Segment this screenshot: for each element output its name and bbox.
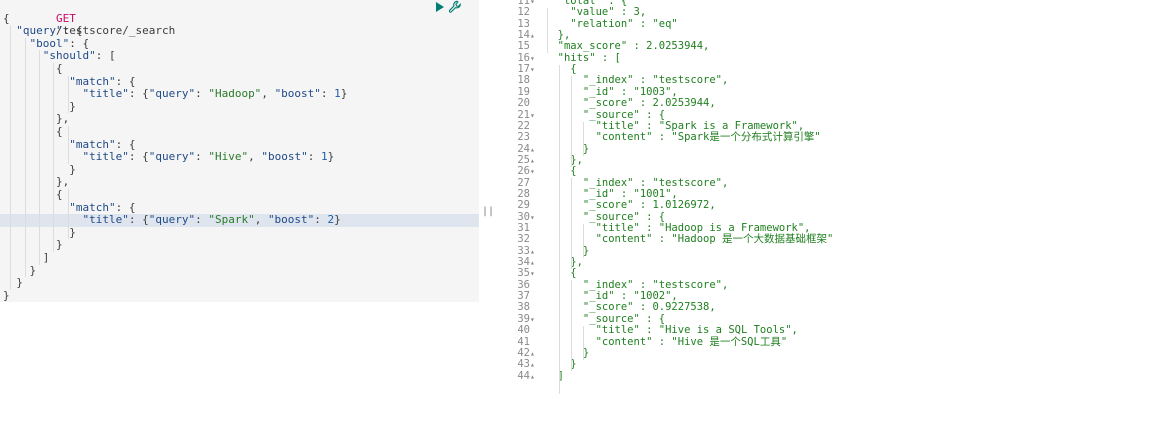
- response-line-text: {: [545, 165, 577, 178]
- console-root: GET /testscore/_search { "query": { "boo…: [0, 0, 1152, 422]
- request-line[interactable]: "query": {: [0, 24, 479, 38]
- line-number: 12: [517, 6, 530, 19]
- line-number: 29: [517, 199, 530, 212]
- indent-guide: [10, 25, 11, 290]
- request-editor[interactable]: GET /testscore/_search { "query": { "boo…: [0, 0, 479, 422]
- response-line: 33 ▴ }: [492, 245, 1152, 257]
- indent-guide: [68, 75, 69, 114]
- response-line: 43 ▴ }: [492, 358, 1152, 371]
- indent-guide: [39, 50, 40, 265]
- request-line[interactable]: "should": [: [0, 50, 479, 63]
- response-line: 13 "relation" : "eq": [492, 18, 1152, 30]
- response-line: 32 "content" : "Hadoop 是一个大数据基础框架": [492, 233, 1152, 246]
- response-line-text: "value" : 3,: [545, 6, 647, 19]
- fold-toggle-icon[interactable]: ▴: [530, 359, 538, 370]
- fold-toggle-icon[interactable]: ▾: [530, 212, 538, 223]
- wrench-icon[interactable]: [448, 0, 462, 14]
- indent-guide: [571, 76, 572, 167]
- line-number: 43: [517, 358, 530, 371]
- line-number: 26: [517, 165, 530, 178]
- indent-guide: [571, 178, 572, 270]
- request-line-header[interactable]: GET /testscore/_search: [0, 0, 479, 37]
- response-line: 25 ▴ },: [492, 154, 1152, 166]
- fold-toggle-icon[interactable]: ▴: [530, 246, 538, 257]
- line-number: 44: [517, 369, 530, 382]
- indent-guide: [68, 189, 69, 240]
- line-number: 32: [517, 233, 530, 246]
- request-line[interactable]: }: [0, 264, 479, 278]
- line-number: 20: [517, 97, 530, 110]
- fold-toggle-icon[interactable]: ▴: [530, 144, 538, 155]
- request-actions: [436, 0, 462, 14]
- line-number: 40: [517, 324, 530, 337]
- fold-toggle-icon[interactable]: ▾: [530, 314, 538, 325]
- fold-toggle-icon[interactable]: ▴: [530, 257, 538, 268]
- request-line[interactable]: }: [0, 239, 479, 252]
- response-line: 42 ▴ }: [492, 347, 1152, 359]
- fold-toggle-icon[interactable]: ▾: [530, 268, 538, 279]
- response-line: 23 "content" : "Spark是一个分布式计算引擎": [492, 131, 1152, 144]
- request-line-text: "title": {"query": "Hadoop", "boost": 1}: [82, 87, 348, 101]
- response-line: 16 ▾ "hits" : [: [492, 52, 1152, 64]
- response-line: 41 "content" : "Hive 是一个SQL工具": [492, 336, 1152, 348]
- indent-guide: [53, 63, 54, 252]
- request-line-text: }: [3, 288, 10, 302]
- request-line[interactable]: }: [0, 100, 479, 114]
- fold-toggle-icon[interactable]: ▴: [530, 30, 538, 41]
- request-line[interactable]: },: [0, 176, 479, 189]
- indent-guide: [559, 64, 560, 394]
- fold-toggle-icon[interactable]: ▾: [530, 64, 538, 75]
- response-line-text: ]: [545, 369, 564, 382]
- response-line: 20 "_score" : 2.0253944,: [492, 97, 1152, 110]
- response-line: 24 ▴ }: [492, 143, 1152, 155]
- fold-toggle-icon[interactable]: ▴: [530, 348, 538, 359]
- response-line: 40 "title" : "Hive is a SQL Tools",: [492, 324, 1152, 337]
- fold-toggle-icon[interactable]: ▴: [530, 155, 538, 166]
- request-line-text: }: [3, 276, 23, 290]
- indent-guide: [547, 8, 548, 54]
- response-viewer[interactable]: 11 ▾ "total" : {12 "value" : 3, 13 "relati…: [492, 0, 1152, 422]
- response-line-text: "content" : "Hadoop 是一个大数据基础框架": [545, 233, 834, 246]
- fold-toggle-icon[interactable]: ▴: [530, 371, 538, 382]
- pane-splitter[interactable]: ||: [479, 0, 494, 422]
- request-line[interactable]: }: [0, 163, 479, 177]
- request-line[interactable]: },: [0, 113, 479, 126]
- request-line[interactable]: ]: [0, 251, 479, 265]
- indent-guide: [583, 223, 584, 258]
- request-line[interactable]: }: [0, 226, 479, 240]
- fold-toggle-icon[interactable]: ▾: [530, 166, 538, 177]
- request-line[interactable]: }: [0, 277, 479, 290]
- request-line[interactable]: "title": {"query": "Hadoop", "boost": 1}: [0, 87, 479, 101]
- line-number: 23: [517, 131, 530, 144]
- indent-guide: [25, 37, 26, 278]
- response-line: 26 ▾ {: [492, 165, 1152, 178]
- response-line: 29 "_score" : 1.0126972,: [492, 199, 1152, 212]
- play-icon[interactable]: [436, 2, 444, 12]
- request-line[interactable]: "title": {"query": "Spark", "boost": 2}: [0, 213, 479, 227]
- response-line: 34 ▴ },: [492, 256, 1152, 268]
- indent-guide: [68, 126, 69, 164]
- request-line[interactable]: }: [0, 288, 479, 303]
- fold-toggle-icon[interactable]: ▾: [530, 0, 538, 7]
- indent-guide: [571, 280, 572, 372]
- response-line-text: "content" : "Spark是一个分布式计算引擎": [545, 131, 821, 144]
- request-line[interactable]: "title": {"query": "Hive", "boost": 1}: [0, 150, 479, 164]
- response-line: 44 ▴ ]: [492, 369, 1152, 382]
- indent-guide: [583, 121, 584, 156]
- fold-toggle-icon[interactable]: ▾: [530, 110, 538, 121]
- indent-guide: [583, 325, 584, 360]
- fold-toggle-icon[interactable]: ▾: [530, 53, 538, 64]
- response-line: 12 "value" : 3,: [492, 6, 1152, 19]
